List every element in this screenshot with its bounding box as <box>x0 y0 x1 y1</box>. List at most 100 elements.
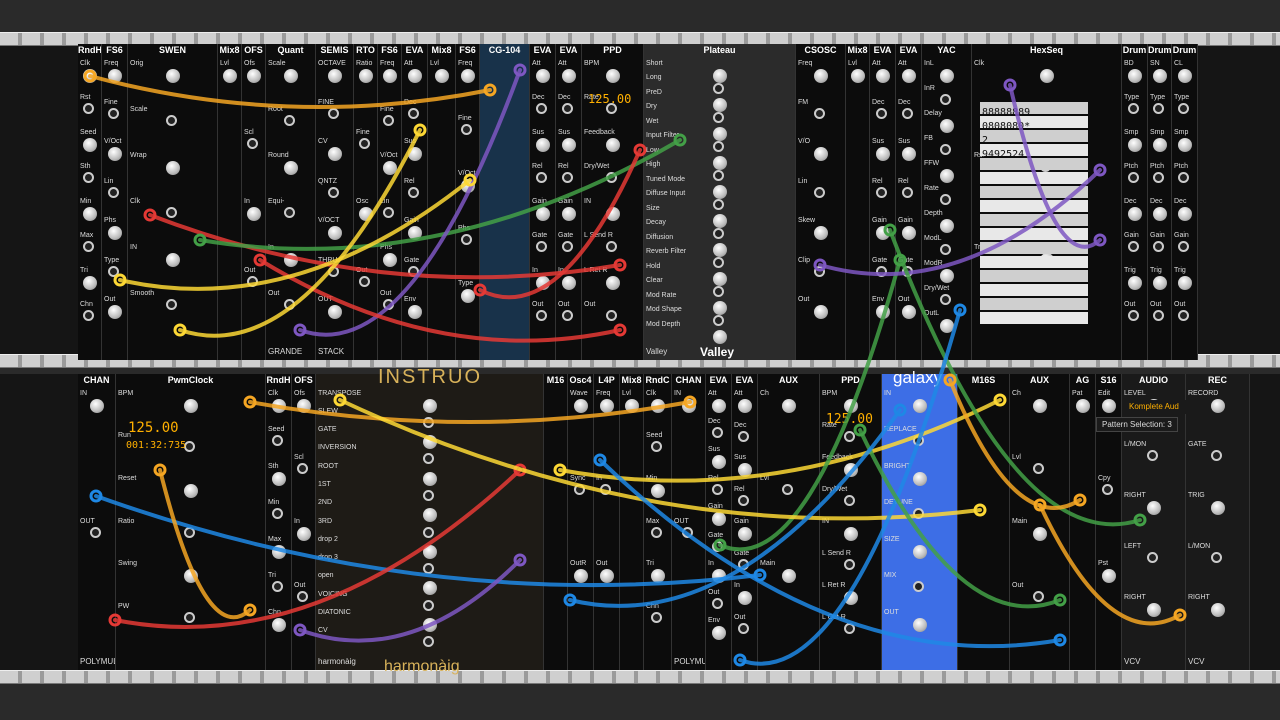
knob[interactable] <box>90 399 104 413</box>
knob[interactable] <box>844 527 858 541</box>
knob[interactable] <box>606 207 620 221</box>
knob[interactable] <box>408 226 422 240</box>
knob[interactable] <box>461 69 475 83</box>
hexseq-row[interactable]: 2 <box>980 130 1088 146</box>
jack-port[interactable] <box>713 257 724 268</box>
jack-port[interactable] <box>713 141 724 152</box>
knob[interactable] <box>108 69 122 83</box>
jack-port[interactable] <box>1102 484 1113 495</box>
jack-port[interactable] <box>844 623 855 634</box>
knob[interactable] <box>383 161 397 175</box>
jack-port[interactable] <box>713 199 724 210</box>
jack-port[interactable] <box>1153 310 1164 321</box>
knob[interactable] <box>712 626 726 640</box>
knob[interactable] <box>606 138 620 152</box>
knob[interactable] <box>876 147 890 161</box>
knob[interactable] <box>1147 501 1161 515</box>
jack-port[interactable] <box>738 495 749 506</box>
jack-port[interactable] <box>328 266 339 277</box>
jack-port[interactable] <box>536 310 547 321</box>
jack-port[interactable] <box>844 495 855 506</box>
jack-port[interactable] <box>814 108 825 119</box>
knob[interactable] <box>844 591 858 605</box>
knob[interactable] <box>328 226 342 240</box>
knob[interactable] <box>1178 138 1192 152</box>
jack-port[interactable] <box>461 124 472 135</box>
knob[interactable] <box>383 253 397 267</box>
jack-port[interactable] <box>383 299 394 310</box>
knob[interactable] <box>713 127 727 141</box>
knob[interactable] <box>844 463 858 477</box>
knob[interactable] <box>166 69 180 83</box>
jack-port[interactable] <box>814 266 825 277</box>
knob[interactable] <box>902 305 916 319</box>
knob[interactable] <box>1128 276 1142 290</box>
jack-port[interactable] <box>1033 591 1044 602</box>
knob[interactable] <box>272 545 286 559</box>
jack-port[interactable] <box>383 207 394 218</box>
knob[interactable] <box>600 399 614 413</box>
jack-port[interactable] <box>713 286 724 297</box>
jack-port[interactable] <box>166 207 177 218</box>
knob[interactable] <box>247 207 261 221</box>
jack-port[interactable] <box>712 427 723 438</box>
hexseq-row[interactable] <box>980 186 1088 198</box>
jack-port[interactable] <box>272 508 283 519</box>
knob[interactable] <box>651 399 665 413</box>
knob[interactable] <box>1153 207 1167 221</box>
jack-port[interactable] <box>408 187 419 198</box>
knob[interactable] <box>272 472 286 486</box>
jack-port[interactable] <box>1178 172 1189 183</box>
knob[interactable] <box>328 305 342 319</box>
knob[interactable] <box>359 207 373 221</box>
knob[interactable] <box>574 569 588 583</box>
hexseq-row[interactable] <box>980 256 1088 268</box>
jack-port[interactable] <box>536 172 547 183</box>
jack-port[interactable] <box>940 244 951 255</box>
knob[interactable] <box>876 305 890 319</box>
knob[interactable] <box>782 569 796 583</box>
jack-port[interactable] <box>328 108 339 119</box>
knob[interactable] <box>1147 603 1161 617</box>
jack-port[interactable] <box>90 527 101 538</box>
knob[interactable] <box>738 463 752 477</box>
knob[interactable] <box>782 399 796 413</box>
knob[interactable] <box>738 591 752 605</box>
jack-port[interactable] <box>108 187 119 198</box>
jack-port[interactable] <box>940 294 951 305</box>
jack-port[interactable] <box>712 484 723 495</box>
knob[interactable] <box>83 207 97 221</box>
knob[interactable] <box>1040 69 1054 83</box>
knob[interactable] <box>844 399 858 413</box>
knob[interactable] <box>940 219 954 233</box>
jack-port[interactable] <box>83 241 94 252</box>
jack-port[interactable] <box>83 172 94 183</box>
knob[interactable] <box>940 69 954 83</box>
knob[interactable] <box>713 69 727 83</box>
hexseq-row[interactable] <box>980 242 1088 254</box>
jack-port[interactable] <box>1178 103 1189 114</box>
jack-port[interactable] <box>423 417 434 428</box>
jack-port[interactable] <box>782 484 793 495</box>
knob[interactable] <box>284 253 298 267</box>
jack-port[interactable] <box>166 115 177 126</box>
knob[interactable] <box>1178 69 1192 83</box>
jack-port[interactable] <box>1153 172 1164 183</box>
knob[interactable] <box>1153 138 1167 152</box>
jack-port[interactable] <box>1211 450 1222 461</box>
hexseq-row[interactable] <box>980 228 1088 240</box>
jack-port[interactable] <box>651 612 662 623</box>
knob[interactable] <box>184 399 198 413</box>
knob[interactable] <box>600 569 614 583</box>
jack-port[interactable] <box>536 103 547 114</box>
jack-port[interactable] <box>1128 241 1139 252</box>
jack-port[interactable] <box>247 138 258 149</box>
jack-port[interactable] <box>297 463 308 474</box>
hexseq-row[interactable] <box>980 200 1088 212</box>
jack-port[interactable] <box>423 490 434 501</box>
knob[interactable] <box>562 207 576 221</box>
knob[interactable] <box>423 508 437 522</box>
knob[interactable] <box>574 399 588 413</box>
knob[interactable] <box>423 435 437 449</box>
knob[interactable] <box>940 269 954 283</box>
